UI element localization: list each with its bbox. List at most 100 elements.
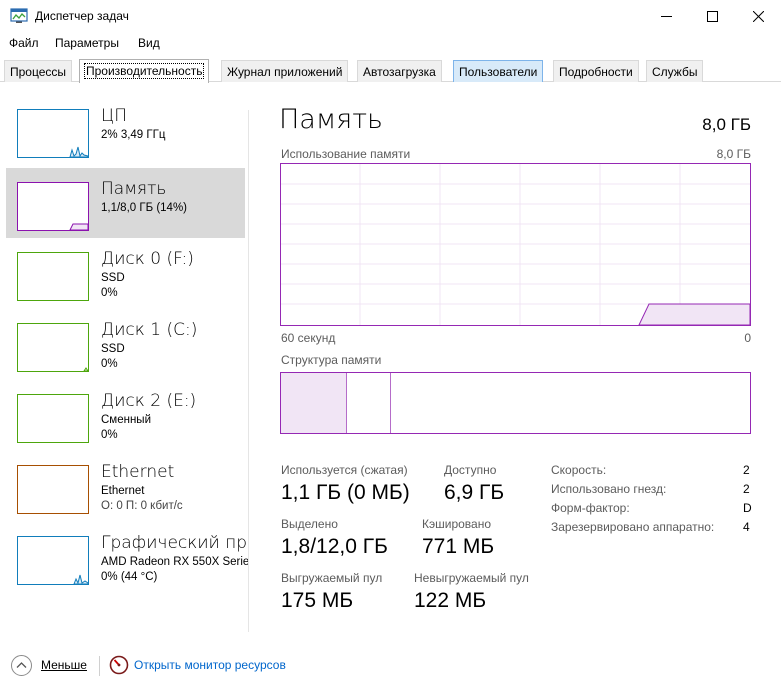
committed-label: Выделено [281, 517, 338, 531]
structure-label: Структура памяти [281, 353, 382, 367]
tab-label: Производительность [83, 63, 205, 79]
resource-usage: 0% [101, 358, 118, 370]
tab-processes[interactable]: Процессы [4, 60, 73, 82]
detail-total: 8,0 ГБ [702, 115, 751, 134]
menu-bar: Файл Параметры Вид [0, 33, 781, 53]
tab-startup[interactable]: Автозагрузка [357, 60, 442, 82]
memory-mini-graph [69, 223, 88, 230]
disk2-thumbnail [17, 394, 89, 443]
resource-name: ЦП [101, 106, 127, 126]
resource-name: Графический процессор 0 [101, 533, 248, 553]
resource-item-disk1[interactable]: Диск 1 (C:) SSD 0% [6, 309, 245, 379]
tab-app-history[interactable]: Журнал приложений [221, 60, 349, 82]
menu-file[interactable]: Файл [9, 36, 39, 50]
menu-view[interactable]: Вид [138, 36, 160, 50]
resource-detail: 1,1/8,0 ГБ (14%) [101, 202, 188, 214]
usage-max: 8,0 ГБ [716, 147, 751, 161]
resource-detail: Сменный [101, 414, 151, 426]
resource-usage: 0% (44 °C) [101, 571, 158, 583]
in-use-segment [281, 373, 346, 433]
minimize-icon [660, 15, 672, 17]
resource-name: Память [101, 179, 167, 199]
resource-detail: SSD [101, 343, 125, 355]
tab-performance[interactable]: Производительность [79, 59, 210, 83]
memory-composition-bar [280, 372, 751, 434]
resource-item-cpu[interactable]: ЦП 2% 3,49 ГГц [6, 95, 245, 165]
cpu-mini-graph [69, 146, 88, 157]
resource-name: Ethernet [101, 462, 175, 482]
hardware-reserved-label: Зарезервировано аппаратно: [551, 520, 715, 534]
memory-thumbnail [17, 182, 89, 231]
maximize-button[interactable] [689, 0, 735, 32]
tab-label: Службы [652, 65, 698, 79]
gpu-thumbnail [17, 536, 89, 585]
resource-usage: 0% [101, 429, 118, 441]
nonpaged-pool-value: 122 МБ [414, 589, 487, 612]
memory-usage-chart [281, 164, 751, 326]
cached-label: Кэшировано [422, 517, 492, 531]
resource-monitor-icon [109, 655, 129, 675]
footer: Меньше Открыть монитор ресурсов [0, 648, 781, 688]
nonpaged-pool-label: Невыгружаемый пул [414, 571, 529, 585]
minimize-button[interactable] [643, 0, 689, 32]
resource-usage: 0% [101, 287, 118, 299]
pane-divider[interactable] [248, 110, 249, 632]
tab-label: Журнал приложений [227, 65, 343, 79]
in-use-value: 1,1 ГБ (0 МБ) [281, 481, 410, 504]
title-bar: Диспетчер задач [0, 0, 781, 32]
usage-label: Использование памяти [281, 147, 411, 161]
tab-label: Пользователи [459, 65, 538, 79]
tab-strip: Процессы Производительность Журнал прило… [0, 59, 781, 83]
committed-value: 1,8/12,0 ГБ [281, 535, 388, 558]
close-button[interactable] [735, 0, 781, 32]
available-label: Доступно [444, 463, 497, 477]
menu-options[interactable]: Параметры [55, 36, 119, 50]
fewer-details-button[interactable] [11, 655, 32, 676]
form-factor-label: Форм-фактор: [551, 501, 630, 515]
tab-services[interactable]: Службы [646, 60, 704, 82]
memory-usage-graph [280, 163, 751, 326]
time-axis-end: 0 [744, 331, 751, 345]
detail-title: Память [279, 104, 383, 135]
disk0-thumbnail [17, 252, 89, 301]
form-factor-value: D [743, 501, 752, 515]
resource-usage: О: 0 П: 0 кбит/с [101, 500, 183, 512]
resource-detail: AMD Radeon RX 550X Series [101, 556, 248, 568]
resource-item-disk2[interactable]: Диск 2 (E:) Сменный 0% [6, 380, 245, 450]
close-icon [752, 10, 764, 22]
fewer-details-link[interactable]: Меньше [41, 658, 87, 672]
resource-item-memory[interactable]: Память 1,1/8,0 ГБ (14%) [6, 168, 245, 238]
tab-details[interactable]: Подробности [553, 60, 639, 82]
cached-value: 771 МБ [422, 535, 495, 558]
resource-name: Диск 0 (F:) [101, 249, 194, 269]
speed-value: 2 [743, 463, 750, 477]
resource-name: Диск 2 (E:) [101, 391, 197, 411]
tab-label: Подробности [559, 65, 633, 79]
memory-composition-chart [281, 373, 391, 433]
available-value: 6,9 ГБ [444, 481, 505, 504]
slots-used-label: Использовано гнезд: [551, 482, 667, 496]
maximize-icon [706, 10, 718, 22]
resource-detail: 2% 3,49 ГГц [101, 129, 166, 141]
resource-item-gpu[interactable]: Графический процессор 0 AMD Radeon RX 55… [6, 522, 248, 592]
time-axis-start: 60 секунд [281, 331, 336, 345]
tab-label: Автозагрузка [363, 65, 436, 79]
paged-pool-value: 175 МБ [281, 589, 354, 612]
slots-used-value: 2 [743, 482, 750, 496]
open-resource-monitor-link[interactable]: Открыть монитор ресурсов [134, 658, 286, 672]
speed-label: Скорость: [551, 463, 607, 477]
resource-detail: SSD [101, 272, 125, 284]
task-manager-icon [10, 8, 28, 23]
footer-divider [99, 656, 100, 676]
tab-label: Процессы [10, 65, 67, 79]
ethernet-thumbnail [17, 465, 89, 514]
resource-detail: Ethernet [101, 485, 145, 497]
window-title: Диспетчер задач [35, 9, 129, 23]
resource-item-disk0[interactable]: Диск 0 (F:) SSD 0% [6, 238, 245, 308]
resource-item-ethernet[interactable]: Ethernet Ethernet О: 0 П: 0 кбит/с [6, 451, 245, 521]
gpu-mini-graph [73, 574, 88, 584]
resource-list: ЦП 2% 3,49 ГГц Память 1,1/8,0 ГБ (14%) Д… [0, 95, 248, 635]
paged-pool-label: Выгружаемый пул [281, 571, 383, 585]
disk1-thumbnail [17, 323, 89, 372]
tab-users[interactable]: Пользователи [453, 60, 544, 82]
